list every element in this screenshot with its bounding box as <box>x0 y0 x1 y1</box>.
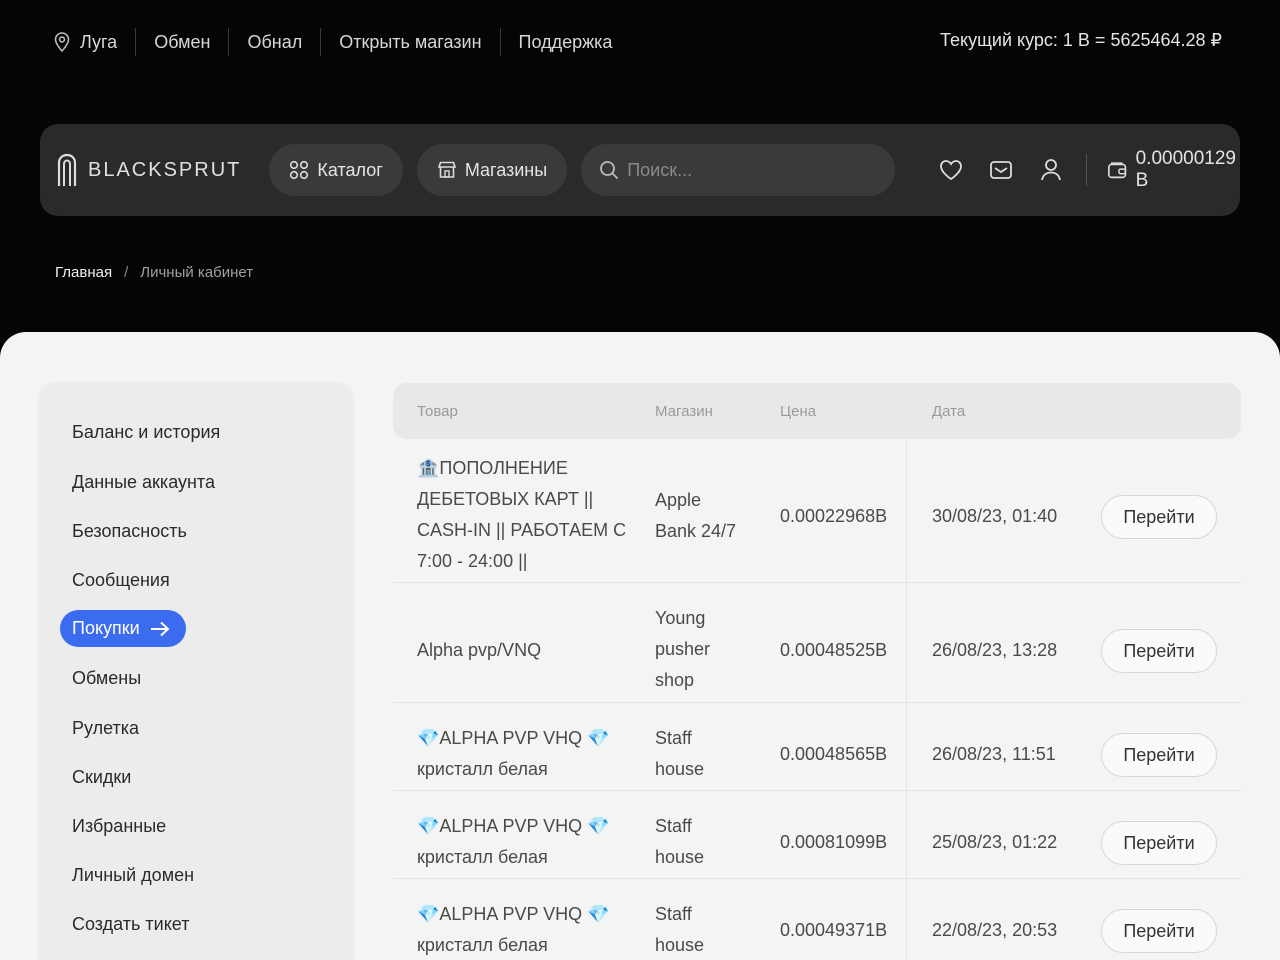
shops-button[interactable]: Магазины <box>416 144 568 196</box>
top-info-bar: Луга Обмен Обнал Открыть магазин Поддерж… <box>0 0 1280 90</box>
header-product: Товар <box>417 403 458 420</box>
profile-button[interactable] <box>1037 155 1065 185</box>
header-price: Цена <box>780 403 817 420</box>
account-sidebar: Баланс и история Данные аккаунта Безопас… <box>38 382 354 960</box>
go-button[interactable]: Перейти <box>1101 909 1217 953</box>
go-button[interactable]: Перейти <box>1101 495 1217 539</box>
sidebar-item-security[interactable]: Безопасность <box>72 521 187 542</box>
product-cell[interactable]: 💎ALPHA PVP VHQ 💎 кристалл белая <box>417 811 627 873</box>
brand-name: BLACKSPRUT <box>88 158 242 181</box>
price-cell: 0.00022968B <box>780 506 888 526</box>
shop-cell[interactable]: Young pusher shop <box>655 603 745 696</box>
top-links: Луга Обмен Обнал Открыть магазин Поддерж… <box>54 28 630 56</box>
breadcrumb: Главная / Личный кабинет <box>55 264 253 281</box>
table-row: Alpha pvp/VNQ Young pusher shop 0.000485… <box>393 583 1241 703</box>
product-cell[interactable]: 🏦ПОПОЛНЕНИЕ ДЕБЕТОВЫХ КАРТ || CASH-IN ||… <box>417 453 627 577</box>
header-date: Дата <box>932 403 966 420</box>
mail-icon <box>989 161 1012 179</box>
search-input[interactable] <box>627 159 878 181</box>
sidebar-item-roulette[interactable]: Рулетка <box>72 718 139 739</box>
messages-button[interactable] <box>987 155 1015 185</box>
heart-icon <box>940 160 962 181</box>
sidebar-item-favorites[interactable]: Избранные <box>72 816 166 837</box>
date-cell: 26/08/23, 11:51 <box>932 744 1056 764</box>
blacksprut-logo-icon <box>57 153 77 186</box>
sidebar-item-personal-domain[interactable]: Личный домен <box>72 865 194 886</box>
nav-divider <box>1086 154 1088 186</box>
breadcrumb-home[interactable]: Главная <box>55 264 112 281</box>
date-cell: 25/08/23, 01:22 <box>932 832 1058 852</box>
wallet-balance[interactable]: 0.00000129 B <box>1107 148 1244 192</box>
go-button[interactable]: Перейти <box>1101 733 1217 777</box>
search-box[interactable] <box>581 144 896 196</box>
wallet-amount: 0.00000129 B <box>1135 148 1236 191</box>
user-icon <box>1040 159 1061 181</box>
table-row: 💎ALPHA PVP VHQ 💎 кристалл белая Staff ho… <box>393 703 1241 791</box>
sidebar-item-balance[interactable]: Баланс и история <box>72 422 220 443</box>
shop-cell[interactable]: Staff house <box>655 811 745 873</box>
sidebar-item-label: Покупки <box>72 618 140 638</box>
catalog-grid-icon <box>290 160 309 180</box>
breadcrumb-current: Личный кабинет <box>140 264 254 281</box>
location-pin-icon <box>54 32 70 52</box>
date-cell: 22/08/23, 20:53 <box>932 920 1058 940</box>
link-support[interactable]: Поддержка <box>501 28 631 56</box>
search-icon <box>600 161 619 180</box>
price-cell: 0.00049371B <box>780 920 888 940</box>
exchange-rate: Текущий курс: 1 B = 5625464.28 ₽ <box>940 30 1222 50</box>
go-button[interactable]: Перейти <box>1101 821 1217 865</box>
breadcrumb-separator: / <box>124 264 129 281</box>
main-navbar: BLACKSPRUT Каталог Магазины Поиск... 0.0… <box>40 124 1240 216</box>
link-exchange[interactable]: Обмен <box>136 28 230 56</box>
price-cell: 0.00048565B <box>780 744 888 764</box>
sidebar-item-discounts[interactable]: Скидки <box>72 767 131 788</box>
catalog-button[interactable]: Каталог <box>269 144 403 196</box>
sidebar-item-purchases[interactable]: Покупки <box>60 610 186 647</box>
sidebar-item-account-data[interactable]: Данные аккаунта <box>72 472 215 493</box>
go-button[interactable]: Перейти <box>1101 629 1217 673</box>
shop-cell[interactable]: Staff house <box>655 723 745 785</box>
catalog-label: Каталог <box>317 159 383 180</box>
shops-label: Магазины <box>464 159 548 180</box>
header-shop: Магазин <box>655 403 713 420</box>
wallet-icon <box>1108 162 1127 179</box>
product-cell[interactable]: 💎ALPHA PVP VHQ 💎 кристалл белая <box>417 899 627 960</box>
brand-logo[interactable]: BLACKSPRUT <box>56 153 241 187</box>
sidebar-item-exchanges[interactable]: Обмены <box>72 668 141 689</box>
favorites-button[interactable] <box>937 155 965 185</box>
product-cell[interactable]: Alpha pvp/VNQ <box>417 635 627 666</box>
sidebar-item-create-ticket[interactable]: Создать тикет <box>72 914 189 935</box>
shop-cell[interactable]: Apple Bank 24/7 <box>655 485 745 547</box>
city-selector[interactable]: Луга <box>54 28 137 56</box>
shop-cell[interactable]: Staff house <box>655 899 745 960</box>
table-row: 💎ALPHA PVP VHQ 💎 кристалл белая Staff ho… <box>393 791 1241 879</box>
shop-icon <box>437 161 456 178</box>
date-cell: 26/08/23, 13:28 <box>932 640 1058 660</box>
price-cell: 0.00048525B <box>780 640 888 660</box>
purchases-table: Товар Магазин Цена Дата 🏦ПОПОЛНЕНИЕ ДЕБЕ… <box>393 383 1241 960</box>
city-label: Луга <box>80 31 118 52</box>
date-cell: 30/08/23, 01:40 <box>932 506 1058 526</box>
table-row: 💎ALPHA PVP VHQ 💎 кристалл белая Staff ho… <box>393 879 1241 960</box>
sidebar-item-messages[interactable]: Сообщения <box>72 570 170 591</box>
link-open-shop[interactable]: Открыть магазин <box>321 28 501 56</box>
nav-actions: 0.00000129 B <box>915 148 1244 192</box>
arrow-right-icon <box>150 621 170 636</box>
product-cell[interactable]: 💎ALPHA PVP VHQ 💎 кристалл белая <box>417 723 627 785</box>
price-cell: 0.00081099B <box>780 832 888 852</box>
link-cashout[interactable]: Обнал <box>229 28 322 56</box>
table-header: Товар Магазин Цена Дата <box>393 383 1241 439</box>
table-row: 🏦ПОПОЛНЕНИЕ ДЕБЕТОВЫХ КАРТ || CASH-IN ||… <box>393 449 1241 583</box>
